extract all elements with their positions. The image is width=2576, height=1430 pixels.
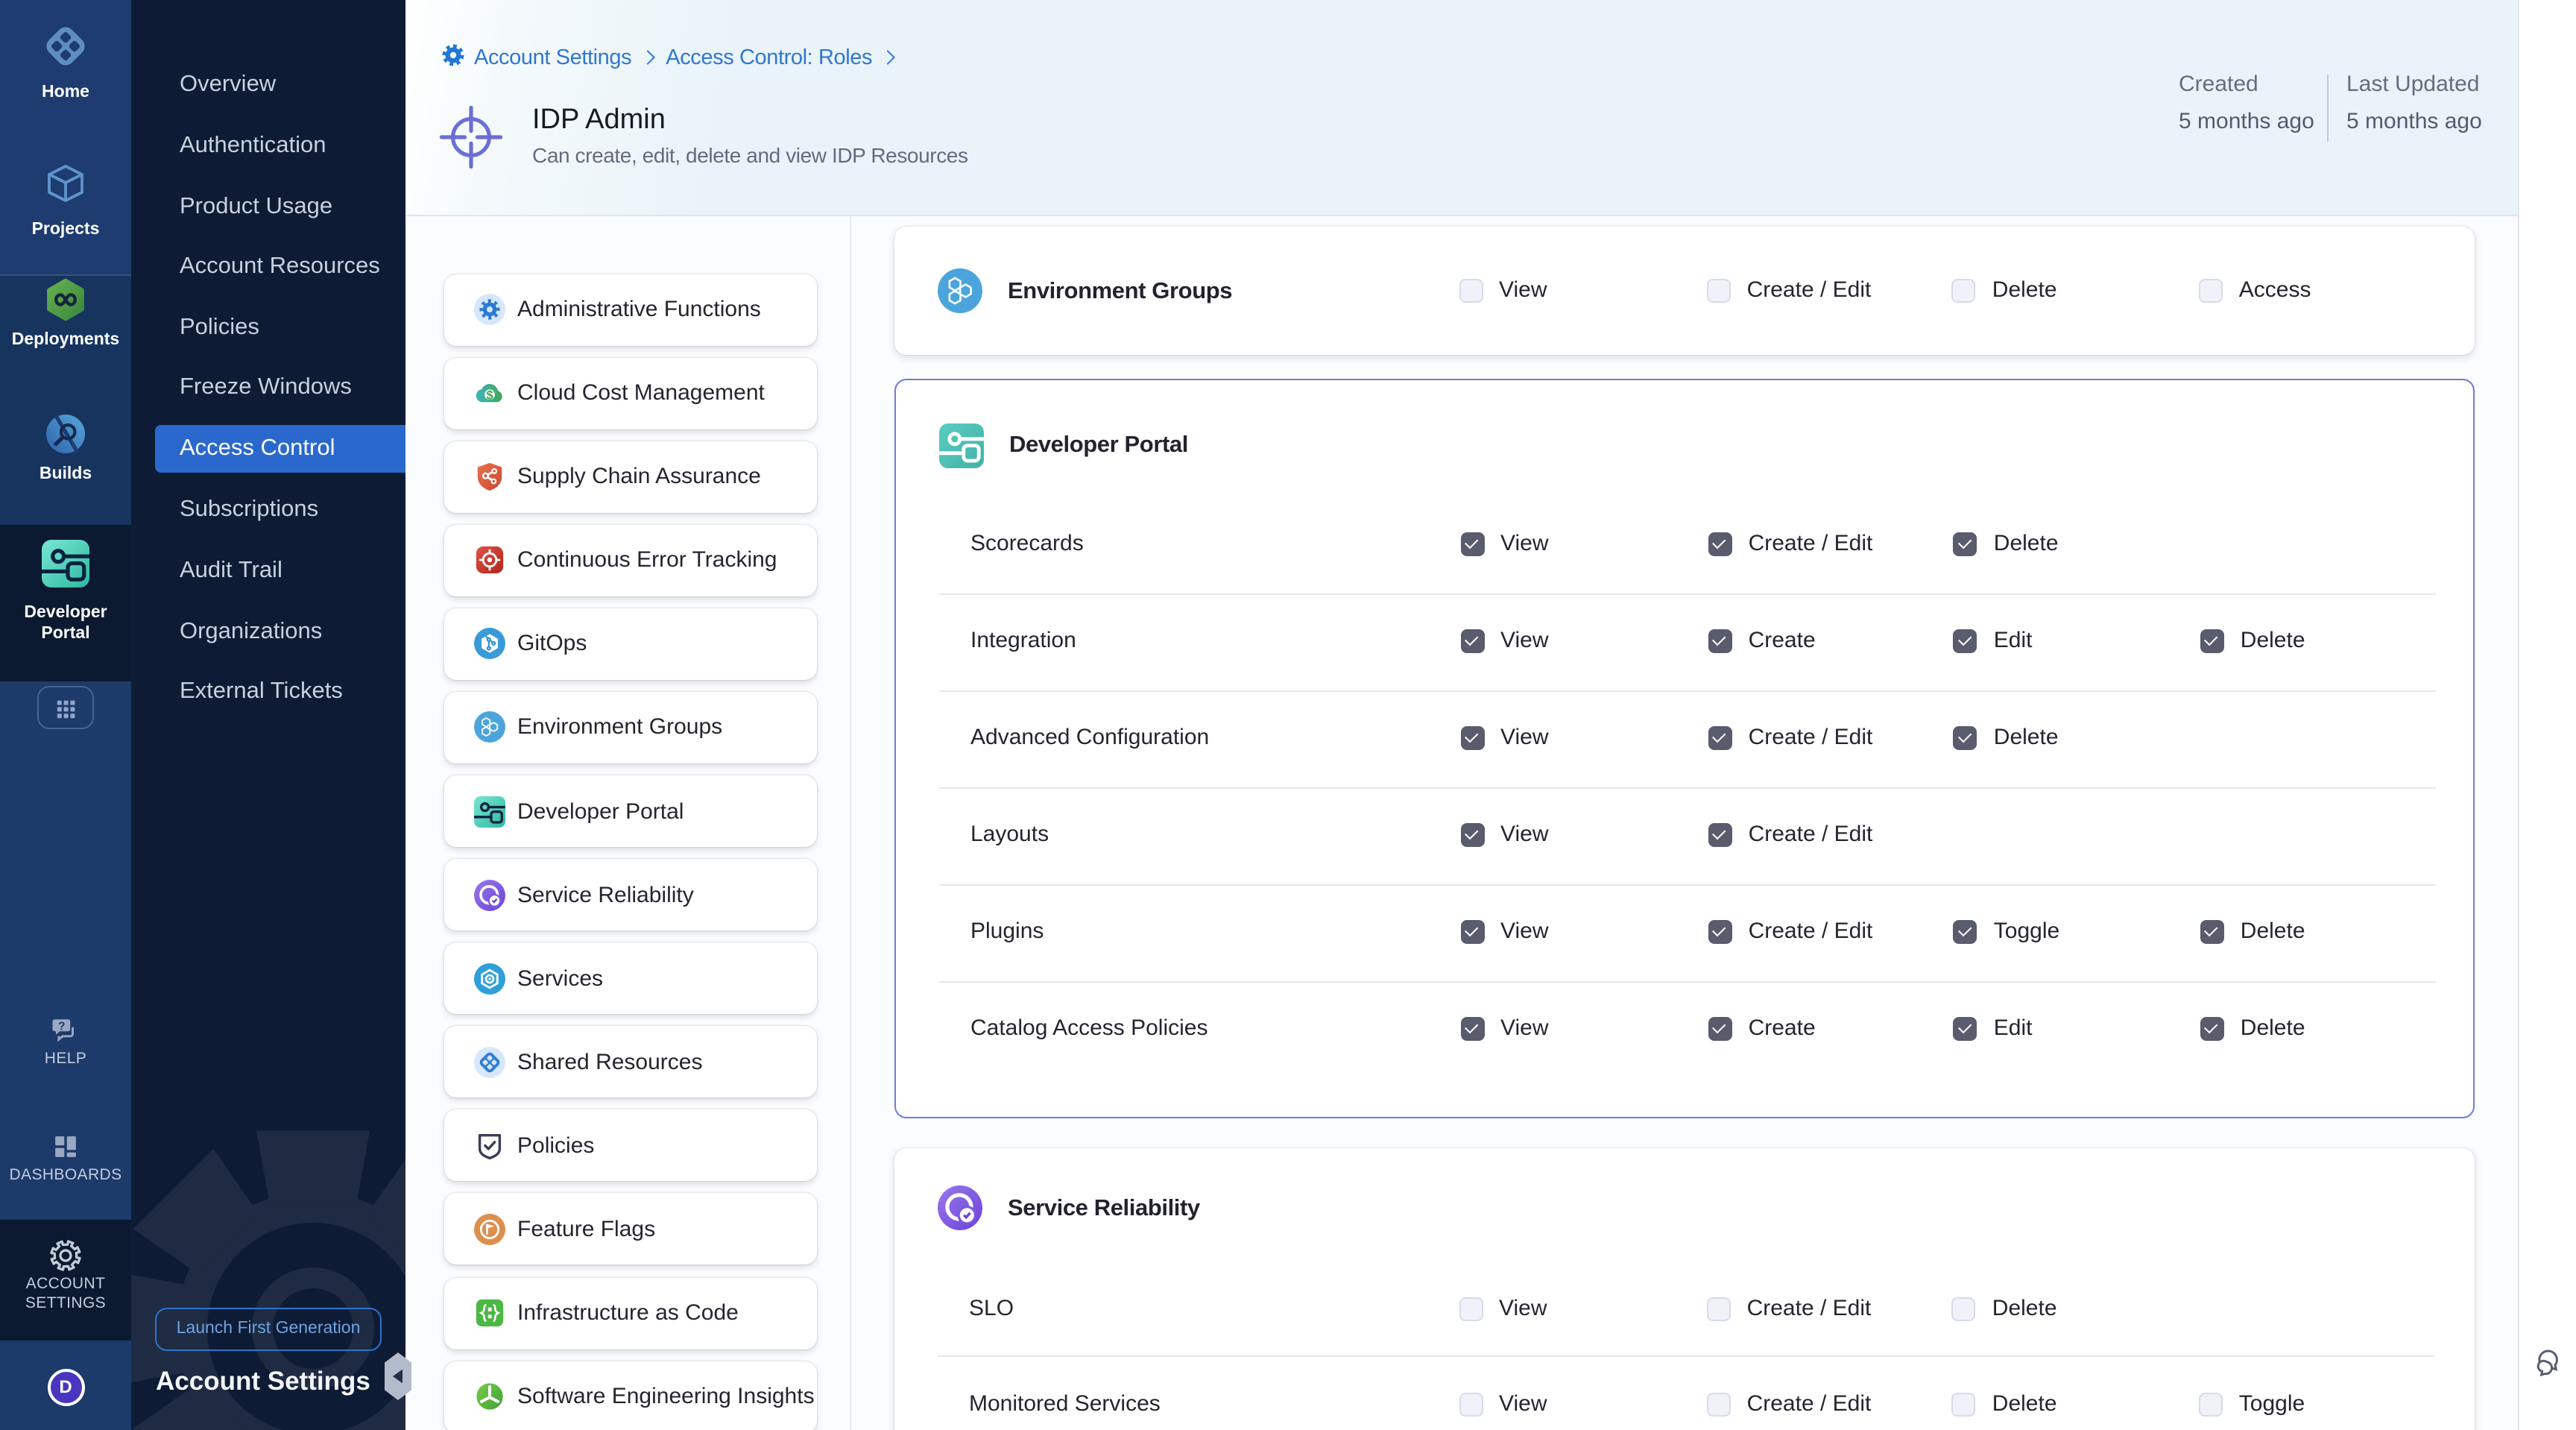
svg-text:?: ? bbox=[58, 1020, 66, 1033]
svg-text:$: $ bbox=[485, 389, 492, 403]
